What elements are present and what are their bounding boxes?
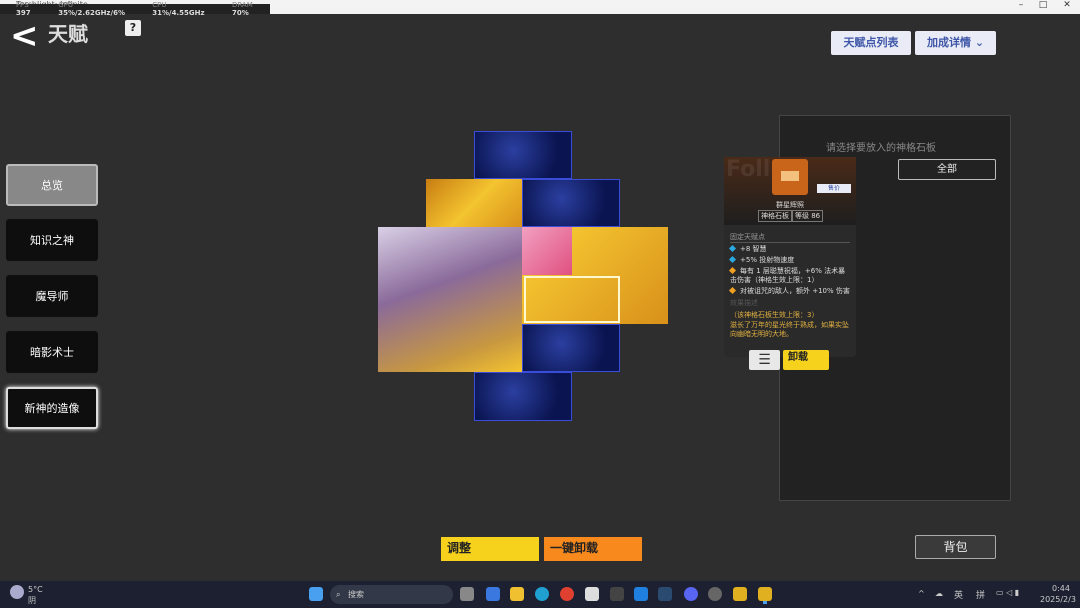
slate-detail-card: Foll 售价 群星辉照 神格石板 等级 86 固定天赋点 +8 智慧 +5% … xyxy=(724,157,856,357)
weather-temp: 5°C xyxy=(28,585,43,594)
unload-all-button[interactable]: 一键卸载 xyxy=(544,537,642,561)
stat-line: +8 智慧 xyxy=(740,245,767,253)
task-view-icon[interactable] xyxy=(460,587,474,601)
ime-mode[interactable]: 拼 xyxy=(976,588,985,601)
sidebar-item-label: 知识之神 xyxy=(30,234,74,247)
diamond-icon xyxy=(728,266,737,275)
cpu-label: CPU xyxy=(152,1,167,9)
slate-icon xyxy=(772,159,808,195)
discord-icon[interactable] xyxy=(684,587,698,601)
sidebar-item-label: 新神的造像 xyxy=(24,402,80,415)
bag-button[interactable]: 背包 xyxy=(915,535,996,559)
app-icon[interactable] xyxy=(610,587,624,601)
talent-list-button[interactable]: 天赋点列表 xyxy=(831,31,911,55)
performance-overlay: FPS 397 GPU 35%/2.62GHz/6% CPU 31%/4.55G… xyxy=(0,1,270,17)
game-icon[interactable] xyxy=(733,587,747,601)
sidebar-item-new-god-statue[interactable]: 新神的造像 xyxy=(6,387,98,429)
bonus-details-label: 加成详情 xyxy=(926,36,971,49)
slate-limit: （该神格石板生效上限：3） xyxy=(730,311,819,319)
taskbar: 5°C 阴 ⌕ 搜索 ^ ☁ 英 拼 ▭ ◁ ▮ 0:44 2025/2/3 xyxy=(0,581,1080,608)
file-explorer-icon[interactable] xyxy=(510,587,524,601)
app-icon[interactable] xyxy=(708,587,722,601)
card-fade-text: Foll xyxy=(726,157,771,182)
stat-line: +5% 投射物速度 xyxy=(740,256,795,264)
bonus-details-button[interactable]: 加成详情 ⌄ xyxy=(915,31,996,55)
clock-date[interactable]: 2025/2/3 xyxy=(1040,595,1076,604)
dram-label: DRAM xyxy=(231,1,253,9)
slate-lore: 滋长了万年的星光终于熟成，如果实坠向幽暗无明的大地。 xyxy=(730,321,849,338)
ime-lang[interactable]: 英 xyxy=(954,588,963,601)
sidebar-item-label: 暗影术士 xyxy=(30,346,74,359)
windows-start-icon[interactable] xyxy=(309,587,323,601)
search-label: 搜索 xyxy=(348,590,364,599)
diamond-icon xyxy=(728,244,737,253)
diamond-icon xyxy=(728,286,737,295)
sidebar-item-magister[interactable]: 魔导师 xyxy=(6,275,98,317)
slate-cell[interactable] xyxy=(522,324,620,372)
game-active-icon[interactable] xyxy=(758,587,772,601)
app-icon[interactable] xyxy=(486,587,500,601)
weather-desc: 阴 xyxy=(28,596,36,605)
edge-icon[interactable] xyxy=(535,587,549,601)
slate-type: 神格石板 xyxy=(758,210,792,222)
slate-cell[interactable] xyxy=(522,179,620,227)
diamond-icon xyxy=(728,255,737,264)
slate-name: 群星辉照 xyxy=(776,201,804,209)
store-icon[interactable] xyxy=(585,587,599,601)
edge-dev-icon[interactable] xyxy=(634,587,648,601)
gpu-label: GPU xyxy=(58,1,74,9)
slate-cell[interactable] xyxy=(426,179,522,227)
help-button[interactable]: ? xyxy=(125,20,141,36)
steam-icon[interactable] xyxy=(658,587,672,601)
chrome-icon[interactable] xyxy=(560,587,574,601)
dram-value: 70% xyxy=(231,9,249,17)
filter-all-dropdown[interactable]: 全部 xyxy=(898,159,996,180)
slate-cell[interactable] xyxy=(474,131,572,179)
description-header: 效果描述 xyxy=(730,299,758,307)
page-title: 天赋 xyxy=(48,22,88,46)
maximize-button[interactable]: □ xyxy=(1032,0,1054,12)
gpu-value: 35%/2.62GHz/6% xyxy=(58,9,125,17)
slate-cell[interactable] xyxy=(474,372,572,421)
menu-icon[interactable]: ☰ xyxy=(749,350,780,370)
selected-slate-cell[interactable] xyxy=(524,276,620,323)
sidebar-item-label: 总览 xyxy=(41,179,63,192)
close-button[interactable]: ✕ xyxy=(1056,0,1078,12)
network-volume-icon[interactable]: ▭ ◁ ▮ xyxy=(996,588,1019,597)
search-icon: ⌕ xyxy=(336,590,341,599)
sidebar-item-shadow-warlock[interactable]: 暗影术士 xyxy=(6,331,98,373)
weather-icon xyxy=(10,585,24,599)
stat-line: 每有 1 层聪慧祝福，+6% 法术暴击伤害（神格生效上限：1） xyxy=(730,267,846,284)
onedrive-icon[interactable]: ☁ xyxy=(935,589,943,598)
tray-chevron-icon[interactable]: ^ xyxy=(918,589,925,598)
panel-hint: 请选择要放入的神格石板 xyxy=(826,143,936,154)
character-portrait-slate[interactable] xyxy=(378,227,522,372)
clock-time[interactable]: 0:44 xyxy=(1052,584,1070,593)
price-button[interactable]: 售价 xyxy=(817,184,851,193)
back-chevron-icon[interactable]: < xyxy=(10,18,42,54)
chevron-down-icon: ⌄ xyxy=(974,36,985,49)
minimize-button[interactable]: – xyxy=(1010,0,1032,12)
unload-button[interactable]: 卸载 xyxy=(783,350,829,370)
stat-line: 对被诅咒的敌人，额外 +10% 伤害 xyxy=(740,287,850,295)
slate-cell[interactable] xyxy=(522,227,572,275)
fps-label: FPS xyxy=(16,1,29,9)
adjust-button[interactable]: 调整 xyxy=(441,537,539,561)
sidebar-item-god-of-knowledge[interactable]: 知识之神 xyxy=(6,219,98,261)
sidebar-item-overview[interactable]: 总览 xyxy=(6,164,98,206)
cpu-value: 31%/4.55GHz xyxy=(152,9,205,17)
search-box[interactable]: ⌕ 搜索 xyxy=(330,585,453,604)
fixed-talent-header: 固定天赋点 xyxy=(730,233,850,243)
sidebar-item-label: 魔导师 xyxy=(35,290,69,303)
slate-level: 等级 86 xyxy=(792,210,824,222)
